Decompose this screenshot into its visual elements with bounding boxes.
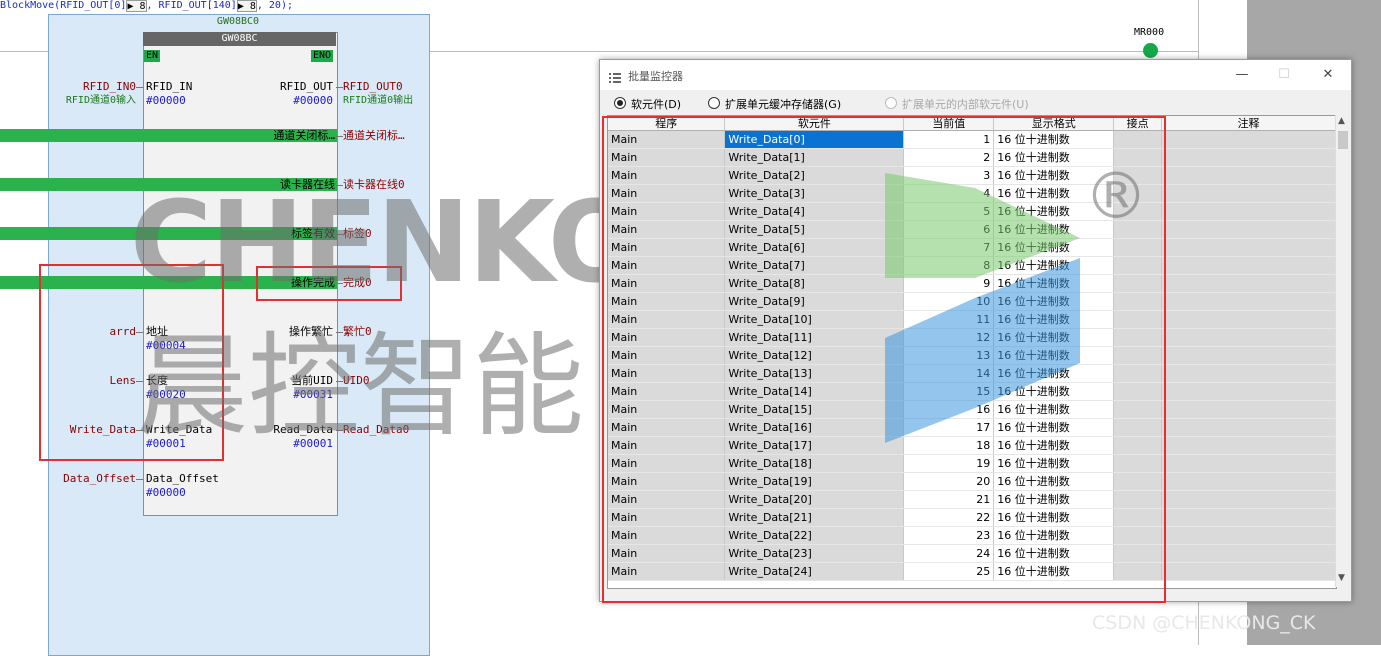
radio-disabled-icon <box>885 97 897 109</box>
cell-comment[interactable] <box>1161 400 1336 419</box>
input-pin-value: #00000 <box>146 486 186 499</box>
input-variable: Data_Offset <box>63 472 136 485</box>
value-box-1[interactable]: ▶ 8 <box>126 0 147 12</box>
scroll-down-icon[interactable]: ▼ <box>1338 573 1345 583</box>
column-header[interactable]: 注释 <box>1161 116 1336 131</box>
output-pin-label: RFID_OUT <box>280 80 333 93</box>
cell-comment[interactable] <box>1161 490 1336 509</box>
watermark-logo-icon <box>885 173 1080 443</box>
cell-comment[interactable] <box>1161 526 1336 545</box>
output-pin-wire <box>336 87 343 88</box>
cell-comment[interactable] <box>1161 274 1336 293</box>
output-pin-label: 通道关闭标… <box>0 129 337 142</box>
cell-comment[interactable] <box>1161 472 1336 491</box>
footer-watermark: CSDN @CHENKONG_CK <box>1092 612 1316 634</box>
ladder-mid: , RFID_OUT[140] <box>146 0 237 11</box>
cell-comment[interactable] <box>1161 238 1336 257</box>
cell-comment[interactable] <box>1161 562 1336 581</box>
background-area-top <box>1199 0 1247 56</box>
ladder-suffix: , 20); <box>256 0 293 11</box>
cell-comment[interactable] <box>1161 436 1336 455</box>
radio-buffer-memory[interactable]: 扩展单元缓冲存储器(G) <box>708 96 841 112</box>
radio-unchecked-icon <box>708 97 720 109</box>
function-block-instance: GW08BC0 <box>216 16 260 27</box>
cell-comment[interactable] <box>1161 346 1336 365</box>
watermark-cjk: 晨控智能 <box>136 322 584 452</box>
list-icon <box>609 69 621 83</box>
dialog-title: 批量监控器 <box>628 70 683 83</box>
cell-comment[interactable] <box>1161 364 1336 383</box>
close-button[interactable]: ✕ <box>1312 65 1344 85</box>
cell-comment[interactable] <box>1161 418 1336 437</box>
coil-label: MR000 <box>1134 27 1165 38</box>
cell-comment[interactable] <box>1161 310 1336 329</box>
cell-comment[interactable] <box>1161 184 1336 203</box>
maximize-button[interactable]: ☐ <box>1268 65 1300 85</box>
ladder-instruction-line: BlockMove(RFID_OUT[0]▶ 8, RFID_OUT[140]▶… <box>0 0 1198 12</box>
value-box-2[interactable]: ▶ 8 <box>236 0 257 12</box>
ladder-prefix: BlockMove(RFID_OUT[0] <box>0 0 127 11</box>
minimize-button[interactable]: — <box>1226 65 1258 85</box>
output-pin-value: #00000 <box>293 94 333 107</box>
output-variable: 通道关闭标… <box>343 129 405 142</box>
dialog-titlebar[interactable]: 批量监控器 — ☐ ✕ <box>600 60 1351 90</box>
cell-comment[interactable] <box>1161 454 1336 473</box>
radio-device[interactable]: 软元件(D) <box>614 96 681 112</box>
output-variable-comment: RFID通道0输出 <box>343 95 414 106</box>
radio-label: 扩展单元缓冲存储器(G) <box>725 98 842 111</box>
radio-checked-icon <box>614 97 626 109</box>
cell-comment[interactable] <box>1161 544 1336 563</box>
scroll-up-icon[interactable]: ▲ <box>1338 116 1345 126</box>
coil-status-icon[interactable] <box>1143 43 1158 58</box>
cell-comment[interactable] <box>1161 148 1336 167</box>
cell-comment[interactable] <box>1161 382 1336 401</box>
cell-comment[interactable] <box>1161 328 1336 347</box>
output-pin-wire <box>336 136 343 137</box>
cell-comment[interactable] <box>1161 166 1336 185</box>
output-variable: RFID_OUT0 <box>343 80 403 93</box>
eno-pin: ENO <box>311 50 334 62</box>
cell-comment[interactable] <box>1161 130 1336 149</box>
registered-mark: ® <box>1084 160 1148 234</box>
scrollbar-thumb[interactable] <box>1338 131 1348 149</box>
cell-comment[interactable] <box>1161 202 1336 221</box>
input-pin-wire <box>136 479 143 480</box>
en-pin: EN <box>144 50 161 62</box>
radio-internal-device: 扩展单元的内部软元件(U) <box>885 96 1029 112</box>
cell-comment[interactable] <box>1161 292 1336 311</box>
radio-label: 软元件(D) <box>631 98 682 111</box>
cell-comment[interactable] <box>1161 508 1336 527</box>
cell-comment[interactable] <box>1161 256 1336 275</box>
input-pin-label: Data_Offset <box>146 472 219 485</box>
radio-label: 扩展单元的内部软元件(U) <box>902 98 1029 111</box>
vertical-scrollbar[interactable]: ▲ ▼ <box>1335 115 1351 587</box>
cell-comment[interactable] <box>1161 220 1336 239</box>
function-block-type: GW08BC <box>143 32 336 46</box>
